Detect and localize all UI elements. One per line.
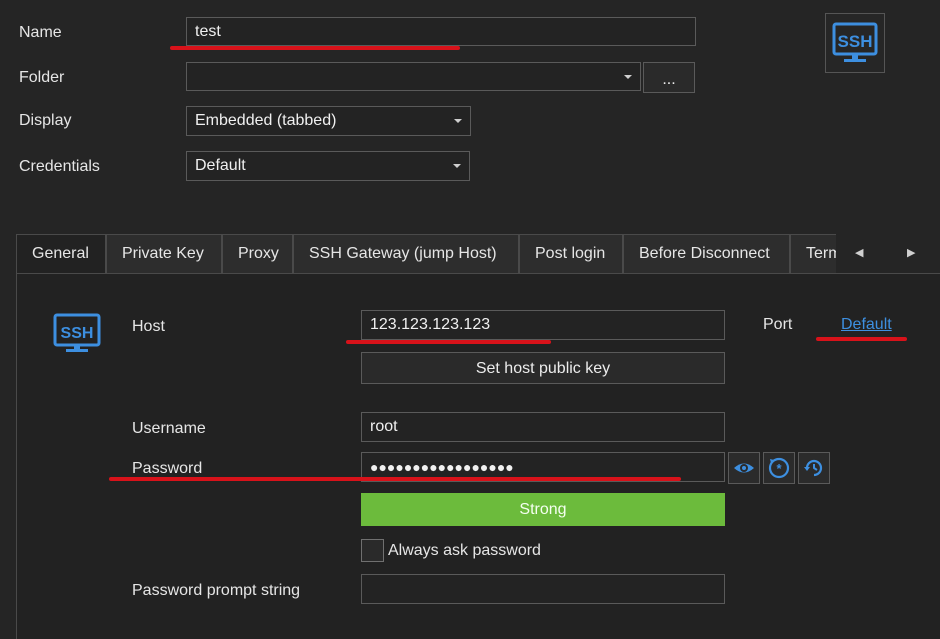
tab-scroll-right-icon[interactable]: ▶: [907, 246, 915, 259]
tab-strip: General Private Key Proxy SSH Gateway (j…: [16, 234, 836, 274]
display-select[interactable]: Embedded (tabbed): [186, 106, 471, 136]
port-label: Port: [763, 316, 793, 333]
ssh-icon: SSH: [52, 312, 104, 358]
tab-proxy[interactable]: Proxy: [222, 234, 293, 274]
show-password-button[interactable]: [728, 452, 760, 484]
username-label: Username: [132, 420, 206, 437]
chevron-down-icon: [624, 75, 632, 79]
annotation-underline: [346, 340, 551, 344]
folder-label: Folder: [19, 69, 65, 86]
generate-password-button[interactable]: *: [763, 452, 795, 484]
ssh-connection-icon: SSH: [825, 13, 885, 73]
tab-scroll-left-icon[interactable]: ◀: [855, 246, 863, 259]
name-input[interactable]: test: [186, 17, 696, 46]
tab-private-key[interactable]: Private Key: [106, 234, 222, 274]
tab-general[interactable]: General: [16, 234, 106, 274]
password-history-icon: [804, 459, 823, 477]
browse-folder-button[interactable]: ...: [643, 62, 695, 93]
host-label: Host: [132, 318, 165, 335]
host-input[interactable]: 123.123.123.123: [361, 310, 725, 340]
credentials-value: Default: [195, 157, 246, 174]
annotation-underline: [109, 477, 681, 481]
set-host-public-key-button[interactable]: Set host public key: [361, 352, 725, 384]
chevron-down-icon: [453, 164, 461, 168]
credentials-select[interactable]: Default: [186, 151, 470, 181]
always-ask-password-label: Always ask password: [388, 542, 541, 559]
always-ask-password-checkbox[interactable]: [361, 539, 384, 562]
tab-terminal[interactable]: Terminal: [790, 234, 836, 274]
password-prompt-label: Password prompt string: [132, 582, 301, 599]
annotation-underline: [170, 46, 460, 50]
port-default-link[interactable]: Default: [841, 316, 892, 334]
password-history-button[interactable]: [798, 452, 830, 484]
tab-ssh-gateway[interactable]: SSH Gateway (jump Host): [293, 234, 519, 274]
name-label: Name: [19, 24, 62, 41]
display-label: Display: [19, 112, 72, 129]
folder-select[interactable]: [186, 62, 641, 91]
display-value: Embedded (tabbed): [195, 112, 337, 129]
tab-post-login[interactable]: Post login: [519, 234, 623, 274]
username-input[interactable]: root: [361, 412, 725, 442]
annotation-underline: [816, 337, 907, 341]
password-prompt-input[interactable]: [361, 574, 725, 604]
eye-icon: [734, 463, 754, 473]
chevron-down-icon: [454, 119, 462, 123]
password-strength-bar: Strong: [361, 493, 725, 526]
generate-password-icon: *: [768, 457, 790, 479]
credentials-label: Credentials: [19, 158, 100, 175]
password-label: Password: [132, 460, 203, 477]
ssh-logo-text: SSH: [838, 32, 873, 51]
ssh-logo-text: SSH: [61, 325, 94, 342]
svg-text:*: *: [776, 461, 782, 476]
tab-before-disconnect[interactable]: Before Disconnect: [623, 234, 790, 274]
